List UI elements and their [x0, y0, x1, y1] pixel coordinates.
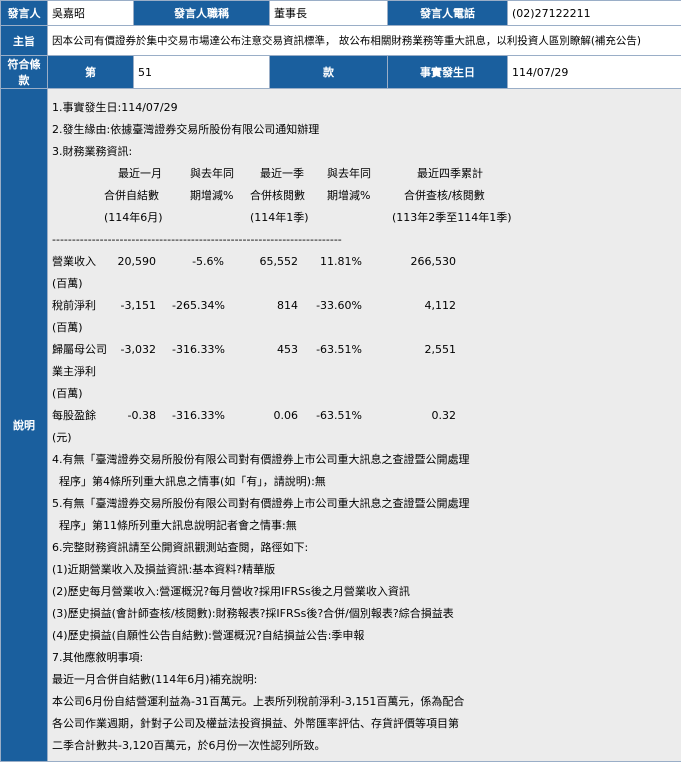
speaker-name: 吳嘉昭	[48, 1, 134, 26]
desc-line-7: 7.其他應敘明事項:	[52, 647, 677, 669]
fin-row-net-income-label2: 業主淨利	[52, 361, 677, 383]
value-month: -3,151	[110, 295, 156, 317]
speaker-phone-value: (02)27122211	[508, 1, 681, 26]
desc-line-2: 2.發生緣由:依據臺灣證券交易所股份有限公司通知辦理	[52, 119, 677, 141]
value-four-quarters: 266,530	[392, 251, 456, 273]
subject-row: 主旨 因本公司有價證券於集中交易市場達公布注意交易資訊標準， 故公布相關財務業務…	[1, 26, 681, 56]
value-quarter-change: -33.60%	[310, 295, 362, 317]
value-four-quarters: 2,551	[392, 339, 456, 361]
event-date-value: 114/07/29	[508, 56, 681, 89]
fin-header-row-2: 合併自結數 期增減% 合併核閱數 期增減% 合併查核/核閱數	[52, 185, 677, 207]
speaker-label: 發言人	[1, 1, 48, 26]
description-row: 說明 1.事實發生日:114/07/29 2.發生緣由:依據臺灣證券交易所股份有…	[1, 89, 681, 762]
value-month-change: -316.33%	[172, 405, 224, 427]
speaker-title-value: 董事長	[270, 1, 388, 26]
fin-row-pretax-unit: (百萬)	[52, 317, 677, 339]
value-quarter: 0.06	[242, 405, 298, 427]
fin-header-row-3: (114年6月) (114年1季) (113年2季至114年1季)	[52, 207, 677, 229]
fin-row-eps-unit: (元)	[52, 427, 677, 449]
row-label: 稅前淨利	[52, 295, 96, 317]
col1-header-b: 合併自結數	[104, 185, 159, 207]
fin-divider: ----------------------------------------…	[52, 229, 677, 251]
value-quarter: 453	[242, 339, 298, 361]
desc-line-4b: 程序」第4條所列重大訊息之情事(如「有」，請說明):無	[52, 471, 677, 493]
desc-line-5b: 程序」第11條所列重大訊息說明記者會之情事:無	[52, 515, 677, 537]
value-quarter-change: -63.51%	[310, 405, 362, 427]
fin-row-revenue: 營業收入 20,590 -5.6% 65,552 11.81% 266,530	[52, 251, 677, 273]
desc-line-4a: 4.有無「臺灣證券交易所股份有限公司對有價證券上市公司重大訊息之查證暨公開處理	[52, 449, 677, 471]
col5-header-a: 最近四季累計	[417, 163, 483, 185]
desc-line-5a: 5.有無「臺灣證券交易所股份有限公司對有價證券上市公司重大訊息之查證暨公開處理	[52, 493, 677, 515]
desc-line-7-b: 本公司6月份自結營運利益為-31百萬元。上表所列稅前淨利-3,151百萬元，係為…	[52, 691, 677, 713]
description-label: 說明	[1, 89, 48, 762]
value-month-change: -316.33%	[172, 339, 224, 361]
desc-line-3: 3.財務業務資訊:	[52, 141, 677, 163]
col4-header-a: 與去年同	[327, 163, 371, 185]
value-quarter-change: -63.51%	[310, 339, 362, 361]
announcement-table: 發言人 吳嘉昭 發言人職稱 董事長 發言人電話 (02)27122211 主旨 …	[0, 0, 681, 762]
fin-row-net-income-unit: (百萬)	[52, 383, 677, 405]
desc-line-7-c: 各公司作業週期，針對子公司及權益法投資損益、外幣匯率評估、存貨評價等項目第	[52, 713, 677, 735]
col1-header-c: (114年6月)	[104, 207, 163, 229]
event-date-label: 事實發生日	[388, 56, 508, 89]
desc-line-6-1: (1)近期營業收入及損益資訊:基本資料?精華版	[52, 559, 677, 581]
clause-label: 符合條款	[1, 56, 48, 89]
value-quarter: 65,552	[242, 251, 298, 273]
col4-header-b: 期增減%	[327, 185, 370, 207]
desc-line-6-4: (4)歷史損益(自願性公告自結數):營運概況?自結損益公告:季申報	[52, 625, 677, 647]
value-month-change: -5.6%	[172, 251, 224, 273]
subject-label: 主旨	[1, 26, 48, 56]
desc-line-7-a: 最近一月合併自結數(114年6月)補充說明:	[52, 669, 677, 691]
desc-line-6-3: (3)歷史損益(會計師查核/核閱數):財務報表?採IFRSs後?合併/個別報表?…	[52, 603, 677, 625]
col3-header-a: 最近一季	[260, 163, 304, 185]
desc-line-7-d: 二季合計數共-3,120百萬元，於6月份一次性認列所致。	[52, 735, 677, 757]
col1-header-a: 最近一月	[118, 163, 162, 185]
col5-header-c: (113年2季至114年1季)	[392, 207, 512, 229]
value-month: 20,590	[110, 251, 156, 273]
fin-row-revenue-unit: (百萬)	[52, 273, 677, 295]
speaker-title-label: 發言人職稱	[134, 1, 270, 26]
value-month: -3,032	[110, 339, 156, 361]
description-body: 1.事實發生日:114/07/29 2.發生緣由:依據臺灣證券交易所股份有限公司…	[48, 89, 681, 762]
clause-item-label: 第	[48, 56, 134, 89]
col2-header-a: 與去年同	[190, 163, 234, 185]
clause-row: 符合條款 第 51 款 事實發生日 114/07/29	[1, 56, 681, 89]
fin-row-net-income: 歸屬母公司 -3,032 -316.33% 453 -63.51% 2,551	[52, 339, 677, 361]
value-quarter-change: 11.81%	[310, 251, 362, 273]
value-quarter: 814	[242, 295, 298, 317]
fin-row-pretax: 稅前淨利 -3,151 -265.34% 814 -33.60% 4,112	[52, 295, 677, 317]
fin-row-eps: 每股盈餘 -0.38 -316.33% 0.06 -63.51% 0.32	[52, 405, 677, 427]
row-label: 歸屬母公司	[52, 339, 107, 361]
fin-header-row-1: 最近一月 與去年同 最近一季 與去年同 最近四季累計	[52, 163, 677, 185]
desc-line-6: 6.完整財務資訊請至公開資訊觀測站查閱，路徑如下:	[52, 537, 677, 559]
col2-header-b: 期增減%	[190, 185, 233, 207]
value-four-quarters: 4,112	[392, 295, 456, 317]
col5-header-b: 合併查核/核閱數	[404, 185, 485, 207]
value-month: -0.38	[110, 405, 156, 427]
clause-item-value: 51	[134, 56, 270, 89]
speaker-row: 發言人 吳嘉昭 發言人職稱 董事長 發言人電話 (02)27122211	[1, 1, 681, 26]
value-four-quarters: 0.32	[392, 405, 456, 427]
speaker-phone-label: 發言人電話	[388, 1, 508, 26]
value-month-change: -265.34%	[172, 295, 224, 317]
row-label: 每股盈餘	[52, 405, 96, 427]
subject-value: 因本公司有價證券於集中交易市場達公布注意交易資訊標準， 故公布相關財務業務等重大…	[48, 26, 681, 56]
desc-line-1: 1.事實發生日:114/07/29	[52, 97, 677, 119]
row-label: 營業收入	[52, 251, 96, 273]
desc-line-6-2: (2)歷史每月營業收入:營運概況?每月營收?採用IFRSs後之月營業收入資訊	[52, 581, 677, 603]
col3-header-c: (114年1季)	[250, 207, 309, 229]
col3-header-b: 合併核閱數	[250, 185, 305, 207]
clause-sub-label: 款	[270, 56, 388, 89]
